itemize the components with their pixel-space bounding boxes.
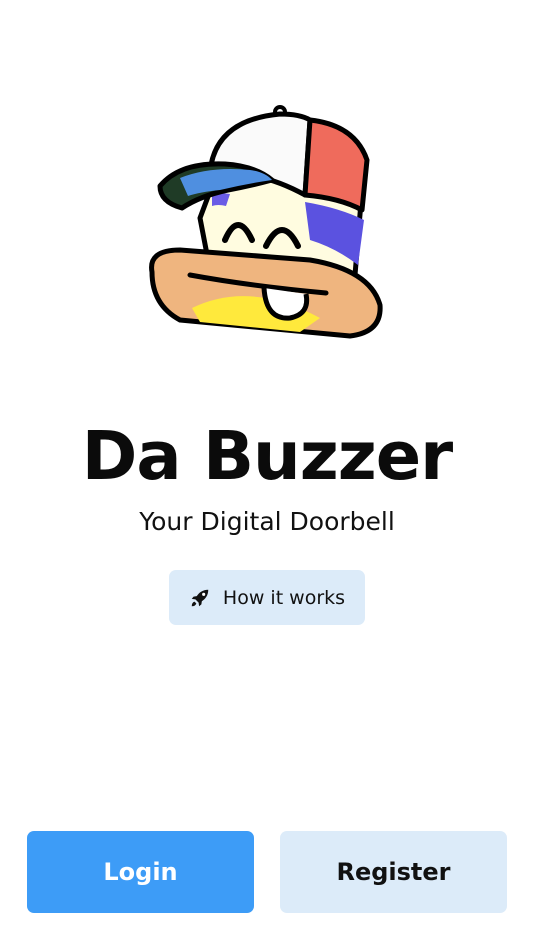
how-it-works-label: How it works	[222, 586, 346, 609]
rocket-icon	[189, 587, 211, 609]
register-button[interactable]: Register	[280, 831, 507, 913]
app-title: Da Buzzer	[81, 417, 453, 495]
app-subtitle: Your Digital Doorbell	[139, 507, 395, 536]
mascot-illustration	[149, 105, 383, 339]
how-it-works-button[interactable]: How it works	[169, 570, 365, 625]
login-button[interactable]: Login	[27, 831, 254, 913]
